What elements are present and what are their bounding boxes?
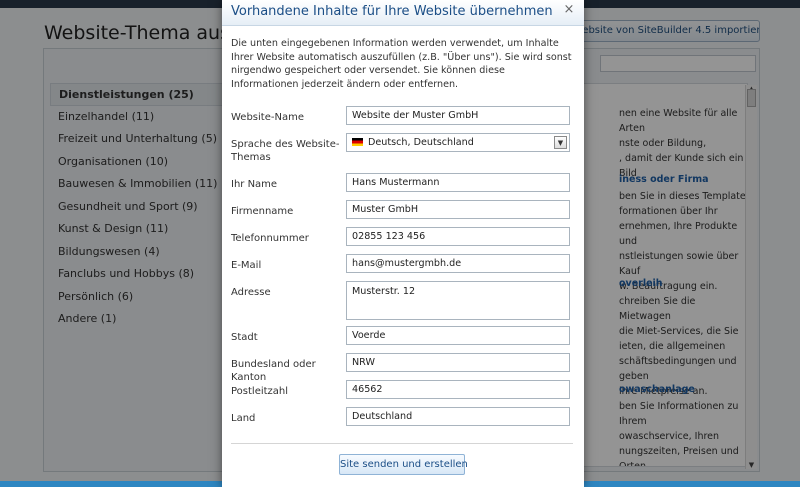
chevron-down-icon[interactable]: ▼ <box>554 136 567 149</box>
company-field[interactable]: Muster GmbH <box>346 200 570 219</box>
dialog-title: Vorhandene Inhalte für Ihre Website über… <box>231 4 553 19</box>
submit-button[interactable]: Site senden und erstellen <box>339 454 468 475</box>
city-field[interactable]: Voerde <box>346 326 570 345</box>
your-name-field[interactable]: Hans Mustermann <box>346 173 570 192</box>
address-textarea[interactable]: Musterstr. 12 <box>346 281 570 320</box>
phone-field[interactable]: 02855 123 456 <box>346 227 570 246</box>
dialog-divider <box>231 443 573 444</box>
zip-field[interactable]: 46562 <box>346 380 570 399</box>
website-name-field[interactable]: Website der Muster GmbH <box>346 106 570 125</box>
your-name-label: Ihr Name <box>231 179 278 190</box>
zip-label: Postleitzahl <box>231 386 289 397</box>
dialog-header: Vorhandene Inhalte für Ihre Website über… <box>222 0 584 26</box>
content-dialog: Vorhandene Inhalte für Ihre Website über… <box>222 0 584 487</box>
address-label: Adresse <box>231 287 271 298</box>
email-field[interactable]: hans@mustergmbh.de <box>346 254 570 273</box>
dialog-intro-text: Die unten eingegebenen Information werde… <box>231 38 572 90</box>
company-label: Firmenname <box>231 206 294 217</box>
state-label: Bundesland oder Kanton <box>231 359 316 383</box>
country-label: Land <box>231 413 256 424</box>
close-icon[interactable]: × <box>562 3 576 17</box>
city-label: Stadt <box>231 332 258 343</box>
state-field[interactable]: NRW <box>346 353 570 372</box>
language-label: Sprache des Website-Themas <box>231 139 340 163</box>
phone-label: Telefonnummer <box>231 233 309 244</box>
german-flag-icon <box>352 138 363 146</box>
email-label: E-Mail <box>231 260 262 271</box>
language-select[interactable]: Deutsch, Deutschland ▼ <box>346 133 570 152</box>
country-field[interactable]: Deutschland <box>346 407 570 426</box>
website-name-label: Website-Name <box>231 112 304 123</box>
language-select-value: Deutsch, Deutschland <box>368 137 474 148</box>
